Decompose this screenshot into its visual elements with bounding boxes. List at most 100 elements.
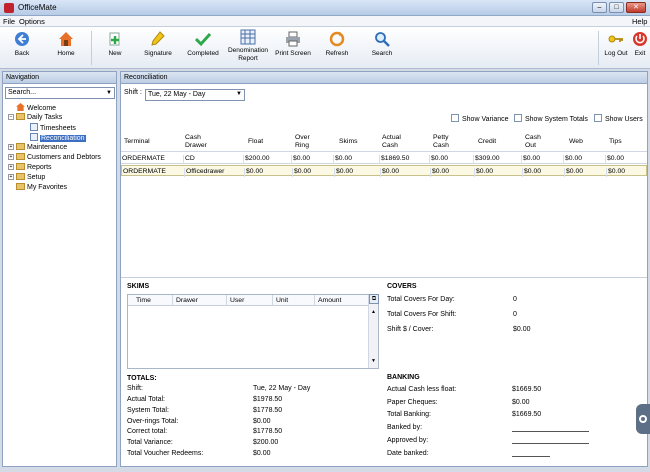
scroll-down-icon[interactable]: ▼ — [371, 358, 376, 364]
menu-file[interactable]: File — [3, 17, 15, 26]
expand-icon[interactable]: + — [8, 144, 14, 150]
signature-button[interactable]: Signature — [143, 31, 173, 57]
expand-icon[interactable]: + — [8, 164, 14, 170]
table-row[interactable]: ORDERMATE CD $200.00 $0.00 $0.00 $1869.5… — [121, 153, 647, 164]
title-bar: OfficeMate – □ ✕ — [0, 0, 650, 16]
navigation-search-input[interactable]: Search... ▼ — [5, 87, 115, 99]
expand-icon[interactable]: + — [8, 154, 14, 160]
back-button[interactable]: Back — [12, 31, 32, 57]
home-button[interactable]: Home — [55, 31, 77, 57]
menu-help[interactable]: Help — [632, 17, 647, 26]
column-header[interactable]: Over Ring — [295, 134, 319, 150]
column-header[interactable]: Tips — [609, 138, 644, 146]
shift-select[interactable]: Tue, 22 May - Day ▼ — [145, 89, 245, 101]
skims-add-button[interactable]: ⧉ — [369, 294, 379, 304]
search-button[interactable]: Search — [370, 31, 394, 57]
column-header[interactable]: Terminal — [124, 138, 179, 146]
covers-title: COVERS — [387, 283, 417, 290]
show-users-checkbox[interactable]: Show Users — [594, 114, 643, 123]
document-icon — [30, 123, 38, 131]
tree-item-reports[interactable]: + Reports — [8, 163, 52, 173]
checkmark-icon — [195, 32, 211, 47]
table-row[interactable]: ORDERMATE Officedrawer $0.00 $0.00 $0.00… — [121, 165, 647, 177]
signature-pen-icon — [151, 31, 165, 46]
tree-item-customers-and-debtors[interactable]: + Customers and Debtors — [8, 153, 101, 163]
banking-label: Total Banking: — [387, 411, 431, 418]
tree-item-timesheets[interactable]: Timesheets — [30, 123, 76, 133]
folder-icon — [16, 153, 25, 160]
column-header[interactable]: Amount — [318, 297, 341, 304]
tree-item-daily-tasks[interactable]: − Daily Tasks — [8, 113, 62, 123]
column-header[interactable]: Skims — [339, 138, 374, 146]
welcome-home-icon — [16, 103, 25, 111]
print-screen-button[interactable]: Print Screen — [274, 31, 312, 57]
approved-by-signature-line[interactable] — [512, 443, 589, 444]
skims-header: Time Drawer User Unit Amount — [128, 295, 370, 306]
banking-value: $1669.50 — [512, 411, 542, 418]
scroll-up-icon[interactable]: ▲ — [371, 309, 376, 315]
log-out-button[interactable]: Log Out — [602, 31, 630, 57]
table-cell: $0.00 — [429, 155, 473, 164]
exit-button[interactable]: Exit — [632, 31, 648, 57]
maximize-button[interactable]: □ — [609, 2, 624, 13]
banking-title: BANKING — [387, 374, 420, 381]
column-header[interactable]: Cash Out — [525, 134, 547, 150]
table-cell: $0.00 — [605, 155, 647, 164]
new-plus-icon — [109, 32, 120, 46]
tree-item-welcome[interactable]: Welcome — [16, 103, 56, 113]
tree-item-setup[interactable]: + Setup — [8, 173, 45, 183]
skims-scrollbar[interactable]: ▲ ▼ — [368, 295, 378, 368]
close-button[interactable]: ✕ — [626, 2, 646, 13]
expand-icon[interactable]: + — [8, 174, 14, 180]
tree-item-reconciliation[interactable]: Reconciliation — [30, 133, 86, 143]
window-title: OfficeMate — [18, 3, 57, 12]
column-header[interactable]: Drawer — [176, 297, 198, 304]
column-header[interactable]: Unit — [276, 297, 288, 304]
banked-by-signature-line[interactable] — [512, 431, 589, 432]
show-variance-checkbox[interactable]: Show Variance — [451, 114, 509, 123]
totals-value: $1978.50 — [253, 396, 283, 403]
grid-header: Terminal Cash Drawer Float Over Ring Ski… — [121, 132, 647, 152]
reconciliation-panel: Reconciliation Shift : Tue, 22 May - Day… — [120, 71, 648, 467]
document-icon — [30, 133, 38, 141]
column-header[interactable]: Actual Cash — [382, 134, 410, 150]
folder-icon — [16, 173, 25, 180]
reconciliation-grid: Terminal Cash Drawer Float Over Ring Ski… — [121, 132, 647, 272]
new-button[interactable]: New — [105, 31, 125, 57]
totals-label: Total Voucher Redeems: — [127, 450, 204, 457]
side-panel-tab[interactable] — [636, 404, 650, 434]
navigation-title: Navigation — [3, 72, 116, 84]
column-header[interactable]: Cash Drawer — [185, 134, 215, 150]
tree-item-maintenance[interactable]: + Maintenance — [8, 143, 67, 153]
banked-by-label: Banked by: — [387, 424, 423, 431]
collapse-icon[interactable]: − — [8, 114, 14, 120]
column-header[interactable]: Float — [248, 138, 283, 146]
table-cell: ORDERMATE — [122, 155, 165, 162]
totals-label: Total Variance: — [127, 439, 173, 446]
chevron-down-icon[interactable]: ▼ — [104, 88, 114, 98]
show-system-totals-checkbox[interactable]: Show System Totals — [514, 114, 588, 123]
column-header[interactable]: Petty Cash — [433, 134, 455, 150]
totals-label: Actual Total: — [127, 396, 166, 403]
denomination-report-button[interactable]: Denomination Report — [226, 29, 270, 62]
completed-button[interactable]: Completed — [186, 31, 220, 57]
side-panel-icon — [639, 415, 647, 423]
menu-options[interactable]: Options — [19, 17, 45, 26]
table-cell: $0.00 — [334, 168, 380, 177]
tree-item-my-favorites[interactable]: My Favorites — [16, 183, 67, 193]
column-header[interactable]: Web — [569, 138, 604, 146]
column-header[interactable]: User — [230, 297, 244, 304]
reconciliation-title: Reconciliation — [121, 72, 647, 84]
table-cell: $0.00 — [522, 168, 564, 177]
report-grid-icon — [240, 29, 256, 45]
date-banked-line[interactable] — [512, 456, 550, 457]
totals-value: $0.00 — [253, 418, 271, 425]
table-cell: $0.00 — [521, 155, 563, 164]
refresh-button[interactable]: Refresh — [323, 31, 351, 57]
folder-icon — [16, 113, 25, 120]
covers-per-cover-label: Shift $ / Cover: — [387, 326, 434, 333]
column-header[interactable]: Credit — [478, 138, 513, 146]
minimize-button[interactable]: – — [592, 2, 607, 13]
column-header[interactable]: Time — [136, 297, 151, 304]
section-divider — [121, 277, 647, 278]
